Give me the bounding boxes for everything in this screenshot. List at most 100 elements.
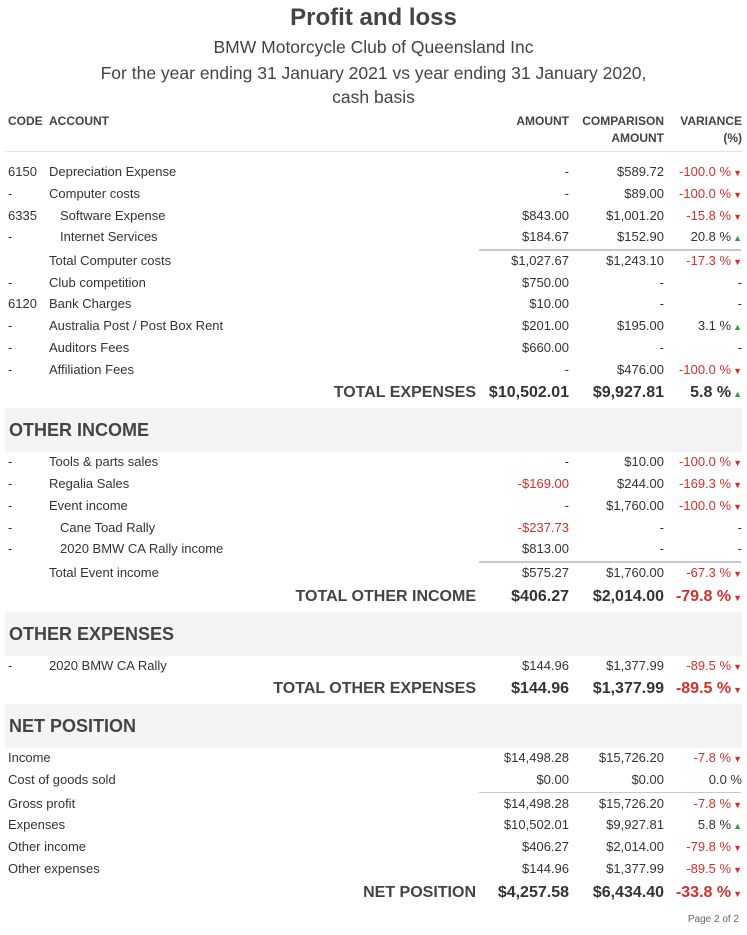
total-other-income-row: TOTAL OTHER INCOME $406.27 $2,014.00 -79… — [0, 585, 747, 609]
row-account: Auditors Fees — [49, 340, 130, 355]
up-arrow-icon: ▲ — [733, 389, 742, 399]
total-variance: -33.8 % ▼ — [675, 884, 742, 901]
row-code: - — [8, 186, 13, 201]
down-arrow-icon: ▼ — [733, 168, 742, 178]
row-variance: - — [737, 275, 742, 290]
row-code: 6335 — [8, 208, 37, 223]
row-comparison: $10.00 — [624, 454, 664, 469]
row-amount: $843.00 — [522, 208, 569, 223]
row-code: - — [8, 498, 13, 513]
row-code: 6150 — [8, 164, 37, 179]
down-arrow-icon: ▼ — [733, 754, 742, 764]
row-variance: -7.8 % ▼ — [693, 796, 743, 811]
row-variance: 0.0 % — [708, 772, 742, 787]
table-row: - Regalia Sales -$169.00 $244.00 -169.3 … — [0, 474, 747, 494]
total-amount: $4,257.58 — [497, 884, 569, 901]
total-amount: $406.27 — [511, 588, 569, 605]
table-row: - Auditors Fees $660.00 - - — [0, 338, 747, 358]
table-row: - 2020 BMW CA Rally $144.96 $1,377.99 -8… — [0, 656, 747, 676]
row-account: 2020 BMW CA Rally income — [60, 541, 224, 556]
row-code: - — [8, 340, 13, 355]
net-position-total-row: NET POSITION $4,257.58 $6,434.40 -33.8 %… — [0, 881, 747, 905]
row-code: - — [8, 658, 13, 673]
row-code: - — [8, 275, 13, 290]
table-row: 6335 Software Expense $843.00 $1,001.20 … — [0, 206, 747, 226]
row-amount: $0.00 — [536, 772, 569, 787]
down-arrow-icon: ▼ — [733, 366, 742, 376]
table-row: - Computer costs - $89.00 -100.0 % ▼ — [0, 184, 747, 204]
table-row: - Australia Post / Post Box Rent $201.00… — [0, 316, 747, 336]
row-account: Internet Services — [60, 229, 158, 244]
table-row: Other expenses $144.96 $1,377.99 -89.5 %… — [0, 859, 747, 879]
down-arrow-icon: ▼ — [733, 889, 742, 899]
row-account: Regalia Sales — [49, 476, 130, 491]
total-variance: 5.8 % ▲ — [690, 384, 742, 401]
total-variance: -89.5 % ▼ — [675, 680, 742, 697]
row-amount: $660.00 — [522, 340, 569, 355]
table-row: - Internet Services $184.67 $152.90 20.8… — [0, 227, 747, 247]
row-amount: - — [564, 454, 569, 469]
row-comparison: $9,927.81 — [606, 817, 664, 832]
row-variance: 5.8 % ▲ — [697, 817, 742, 832]
row-variance: -89.5 % ▼ — [686, 658, 742, 673]
section-heading: OTHER INCOME — [9, 420, 150, 440]
row-amount: - — [564, 362, 569, 377]
section-net-position: NET POSITION — [5, 704, 742, 748]
col-variance-header: VARIANCE (%) — [680, 113, 742, 147]
row-account: Depreciation Expense — [49, 164, 177, 179]
subtotal-row: Total Computer costs $1,027.67 $1,243.10… — [0, 251, 747, 271]
row-comparison: - — [659, 275, 664, 290]
down-arrow-icon: ▼ — [733, 685, 742, 695]
down-arrow-icon: ▼ — [733, 800, 742, 810]
row-amount: - — [564, 498, 569, 513]
row-amount: $750.00 — [522, 275, 569, 290]
up-arrow-icon: ▲ — [733, 233, 742, 243]
section-other-expenses: OTHER EXPENSES — [5, 612, 742, 656]
row-comparison: - — [659, 340, 664, 355]
table-row: Income $14,498.28 $15,726.20 -7.8 % ▼ — [0, 748, 747, 768]
row-comparison: $1,243.10 — [606, 253, 664, 268]
table-row: Cost of goods sold $0.00 $0.00 0.0 % — [0, 770, 747, 790]
row-account: Other expenses — [8, 861, 100, 876]
total-label: TOTAL OTHER EXPENSES — [273, 680, 476, 697]
section-heading: OTHER EXPENSES — [9, 624, 175, 644]
down-arrow-icon: ▼ — [733, 865, 742, 875]
row-comparison: $15,726.20 — [598, 796, 664, 811]
row-account: 2020 BMW CA Rally — [49, 658, 167, 673]
row-variance: -79.8 % ▼ — [686, 839, 742, 854]
row-comparison: - — [659, 520, 664, 535]
total-comparison: $1,377.99 — [592, 680, 664, 697]
row-variance: -169.3 % ▼ — [679, 476, 742, 491]
row-account: Computer costs — [49, 186, 141, 201]
row-variance: - — [737, 541, 742, 556]
section-heading: NET POSITION — [9, 716, 137, 736]
table-row: - 2020 BMW CA Rally income $813.00 - - — [0, 539, 747, 559]
row-variance: -15.8 % ▼ — [686, 208, 742, 223]
down-arrow-icon: ▼ — [733, 593, 742, 603]
row-account: Income — [8, 750, 51, 765]
row-account: Cane Toad Rally — [60, 520, 156, 535]
row-variance: - — [737, 520, 742, 535]
total-expenses-row: TOTAL EXPENSES $10,502.01 $9,927.81 5.8 … — [0, 381, 747, 405]
row-comparison: - — [659, 541, 664, 556]
table-row: - Event income - $1,760.00 -100.0 % ▼ — [0, 496, 747, 516]
row-account: Event income — [49, 498, 128, 513]
row-comparison: $0.00 — [631, 772, 664, 787]
row-amount: - — [564, 186, 569, 201]
row-amount: $201.00 — [522, 318, 569, 333]
table-row: 6150 Depreciation Expense - $589.72 -100… — [0, 162, 747, 182]
down-arrow-icon: ▼ — [733, 212, 742, 222]
down-arrow-icon: ▼ — [733, 458, 742, 468]
row-variance: - — [737, 296, 742, 311]
row-variance: 20.8 % ▲ — [690, 229, 742, 244]
total-comparison: $9,927.81 — [592, 384, 664, 401]
total-label: TOTAL OTHER INCOME — [295, 588, 476, 605]
table-row: 6120 Bank Charges $10.00 - - — [0, 294, 747, 314]
row-amount: $10,502.01 — [503, 817, 569, 832]
total-amount: $10,502.01 — [488, 384, 569, 401]
row-comparison: - — [659, 296, 664, 311]
down-arrow-icon: ▼ — [733, 502, 742, 512]
report-basis: cash basis — [332, 87, 415, 107]
down-arrow-icon: ▼ — [733, 662, 742, 672]
col-comparison-header-line2: AMOUNT — [611, 131, 664, 145]
